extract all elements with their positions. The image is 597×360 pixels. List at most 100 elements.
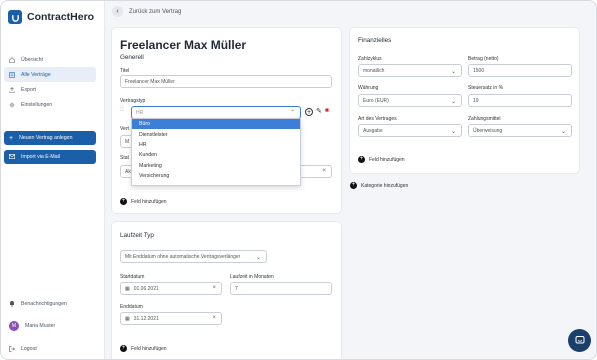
partial-value-1: M bbox=[125, 138, 130, 145]
tax-input[interactable]: 19 bbox=[468, 94, 572, 107]
export-icon bbox=[9, 86, 15, 93]
bell-icon bbox=[9, 300, 15, 307]
kind-value: Ausgabe bbox=[363, 127, 383, 134]
runtime-type-value: Mit Enddatum ohne automatische Vertragsv… bbox=[125, 253, 241, 260]
gear-icon bbox=[9, 102, 15, 108]
import-email-label: Import via E-Mail bbox=[21, 154, 60, 160]
partial-label-1: Vert bbox=[120, 126, 129, 132]
avatar: M bbox=[9, 321, 19, 331]
dropdown-option[interactable]: Kunden bbox=[132, 150, 300, 160]
sidebar-item-overview[interactable]: Übersicht bbox=[4, 52, 96, 67]
dropdown-option[interactable]: Versicherung bbox=[132, 171, 300, 181]
list-icon bbox=[9, 71, 15, 78]
new-contract-button[interactable]: + Neuen Vertrag anlegen bbox=[4, 131, 96, 145]
logout-link[interactable]: Logout bbox=[9, 346, 37, 352]
cycle-select[interactable]: monatlich ⌄ bbox=[358, 64, 462, 77]
sidebar-item-all-contracts[interactable]: Alle Verträge bbox=[4, 67, 96, 82]
chevron-down-icon: ⌄ bbox=[450, 129, 456, 135]
add-field-label: Feld hinzufügen bbox=[131, 345, 167, 352]
add-field-finance[interactable]: + Feld hinzufügen bbox=[358, 156, 405, 163]
sidebar-item-label: Übersicht bbox=[21, 56, 43, 63]
calendar-icon: ▦ bbox=[125, 315, 130, 322]
clear-icon[interactable]: × bbox=[212, 285, 216, 291]
calendar-icon: ▦ bbox=[125, 285, 130, 292]
delete-icon[interactable]: ■ bbox=[325, 107, 329, 114]
sidebar-item-settings[interactable]: Einstellungen bbox=[4, 97, 96, 112]
payment-select[interactable]: Überweisung ⌄ bbox=[468, 124, 572, 137]
back-to-contract[interactable]: ‹ Zurück zum Vertrag bbox=[112, 6, 181, 17]
type-label: Vertragstyp bbox=[120, 98, 146, 104]
chat-button[interactable] bbox=[568, 329, 591, 352]
logo-icon bbox=[8, 10, 22, 24]
end-date-value: 31.12.2021 bbox=[133, 315, 159, 322]
edit-icon[interactable]: ✎ bbox=[316, 107, 322, 115]
chevron-down-icon: ⌄ bbox=[255, 255, 261, 261]
sidebar-item-export[interactable]: Export bbox=[4, 82, 96, 97]
page-title: Freelancer Max Müller bbox=[120, 38, 247, 52]
finance-heading: Finanzielles bbox=[358, 37, 392, 44]
clear-icon[interactable]: × bbox=[212, 315, 216, 321]
sidebar-item-label: Einstellungen bbox=[21, 101, 53, 108]
import-email-button[interactable]: Import via E-Mail bbox=[4, 150, 96, 164]
sidebar-nav: Übersicht Alle Verträge Export Einstellu… bbox=[4, 52, 96, 112]
chat-icon bbox=[575, 335, 585, 347]
months-input[interactable]: 7 bbox=[230, 282, 332, 295]
title-value: Freelancer Max Müller bbox=[125, 78, 175, 85]
add-type-icon[interactable]: + bbox=[305, 108, 313, 116]
chevron-left-icon[interactable]: ‹ bbox=[112, 6, 123, 17]
amount-value: 1500 bbox=[473, 67, 485, 74]
add-category-label: Kategorie hinzufügen bbox=[361, 182, 409, 189]
chevron-down-icon: ⌄ bbox=[450, 99, 456, 105]
add-field-label: Feld hinzufügen bbox=[131, 198, 167, 205]
drag-handle-icon[interactable]: ⁞⁞ bbox=[120, 106, 124, 113]
tax-value: 19 bbox=[473, 97, 479, 104]
dropdown-option[interactable]: Marketing bbox=[132, 161, 300, 171]
notifications-link[interactable]: Benachrichtigungen bbox=[9, 300, 67, 307]
dropdown-option[interactable]: Büro bbox=[132, 119, 300, 130]
contract-type-value: HR bbox=[136, 109, 144, 116]
add-field-runtime[interactable]: + Feld hinzufügen bbox=[120, 345, 167, 352]
partial-value-2: Ak bbox=[125, 168, 131, 175]
dropdown-option[interactable]: Dienstleister bbox=[132, 129, 300, 139]
end-label: Enddatum bbox=[120, 304, 143, 310]
start-label: Startdatum bbox=[120, 274, 145, 280]
logo[interactable]: ContractHero bbox=[8, 10, 94, 24]
plus-circle-icon: + bbox=[350, 182, 357, 189]
plus-circle-icon: + bbox=[120, 345, 127, 352]
kind-label: Art des Vertrages bbox=[358, 116, 397, 122]
payment-value: Überweisung bbox=[473, 127, 503, 134]
amount-label: Betrag (netto) bbox=[468, 56, 499, 62]
title-input[interactable]: Freelancer Max Müller bbox=[120, 75, 332, 88]
notifications-label: Benachrichtigungen bbox=[21, 300, 67, 307]
start-date-value: 01.06.2021 bbox=[133, 285, 159, 292]
contract-type-dropdown: Büro Dienstleister HR Kunden Marketing V… bbox=[131, 118, 301, 186]
clear-icon[interactable]: × bbox=[322, 168, 326, 174]
sidebar: ContractHero Übersicht Alle Verträge Exp… bbox=[1, 1, 105, 359]
chevron-down-icon: ⌄ bbox=[560, 129, 566, 135]
add-field-general[interactable]: + Feld hinzufügen bbox=[120, 198, 167, 205]
payment-label: Zahlungsmittel bbox=[468, 116, 501, 122]
chevron-up-icon: ⌃ bbox=[289, 110, 295, 116]
back-label: Zurück zum Vertrag bbox=[129, 8, 182, 15]
months-value: 7 bbox=[235, 285, 238, 292]
plus-icon: + bbox=[9, 134, 14, 142]
kind-select[interactable]: Ausgabe ⌄ bbox=[358, 124, 462, 137]
dropdown-option[interactable]: HR bbox=[132, 140, 300, 150]
add-field-label: Feld hinzufügen bbox=[369, 156, 405, 163]
partial-label-2: Stat bbox=[120, 155, 129, 161]
end-date-input[interactable]: ▦ 31.12.2021 × bbox=[120, 312, 222, 325]
amount-input[interactable]: 1500 bbox=[468, 64, 572, 77]
currency-select[interactable]: Euro (EUR) ⌄ bbox=[358, 94, 462, 107]
logout-label: Logout bbox=[21, 346, 37, 352]
tax-label: Steuersatz in % bbox=[468, 85, 504, 91]
runtime-type-select[interactable]: Mit Enddatum ohne automatische Vertragsv… bbox=[120, 250, 267, 263]
sidebar-item-label: Export bbox=[21, 86, 36, 93]
user-profile[interactable]: M Maria Muster bbox=[9, 321, 55, 331]
plus-circle-icon: + bbox=[120, 198, 127, 205]
mail-icon bbox=[9, 153, 16, 161]
home-icon bbox=[9, 56, 15, 63]
start-date-input[interactable]: ▦ 01.06.2021 × bbox=[120, 282, 222, 295]
add-category[interactable]: + Kategorie hinzufügen bbox=[350, 182, 408, 189]
new-contract-label: Neuen Vertrag anlegen bbox=[19, 135, 73, 141]
logout-icon bbox=[9, 346, 15, 352]
